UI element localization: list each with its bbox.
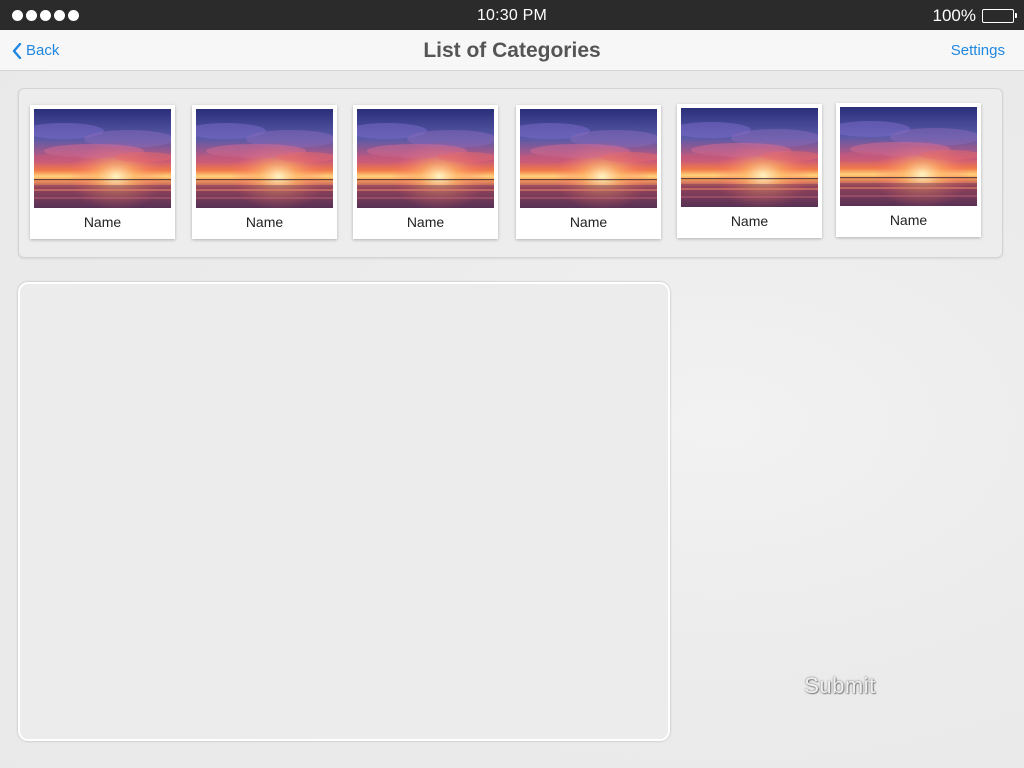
category-image bbox=[196, 109, 333, 208]
category-image bbox=[681, 108, 818, 207]
category-name: Name bbox=[83, 214, 122, 230]
category-name: Name bbox=[730, 213, 769, 229]
content-area bbox=[18, 282, 670, 741]
category-card[interactable]: Name bbox=[836, 103, 981, 237]
category-name: Name bbox=[245, 214, 284, 230]
category-name: Name bbox=[889, 212, 928, 228]
navigation-bar: Back List of Categories Settings bbox=[0, 30, 1024, 71]
battery-indicator: 100% bbox=[932, 6, 1017, 26]
category-card[interactable]: Name bbox=[192, 105, 337, 239]
category-image bbox=[34, 109, 171, 208]
battery-percent: 100% bbox=[932, 6, 976, 25]
category-name: Name bbox=[406, 214, 445, 230]
sunset-photo bbox=[681, 108, 818, 207]
category-card[interactable]: Name bbox=[30, 105, 175, 239]
settings-button[interactable]: Settings bbox=[951, 42, 1005, 59]
submit-button[interactable]: Submit bbox=[780, 673, 900, 699]
status-time: 10:30 PM bbox=[476, 7, 548, 24]
category-image bbox=[840, 107, 977, 206]
category-name: Name bbox=[569, 214, 608, 230]
sunset-photo bbox=[196, 109, 333, 208]
battery-icon bbox=[982, 9, 1017, 23]
page-title: List of Categories bbox=[423, 39, 601, 62]
sunset-photo bbox=[840, 107, 977, 206]
category-card[interactable]: Name bbox=[516, 105, 661, 239]
category-image bbox=[357, 109, 494, 208]
status-bar: 10:30 PM 100% bbox=[0, 0, 1024, 30]
sunset-photo bbox=[520, 109, 657, 208]
category-card[interactable]: Name bbox=[353, 105, 498, 239]
sunset-photo bbox=[357, 109, 494, 208]
categories-panel: Name Name Name Name Name Name bbox=[18, 88, 1003, 258]
sunset-photo bbox=[34, 109, 171, 208]
category-image bbox=[520, 109, 657, 208]
category-card[interactable]: Name bbox=[677, 104, 822, 238]
